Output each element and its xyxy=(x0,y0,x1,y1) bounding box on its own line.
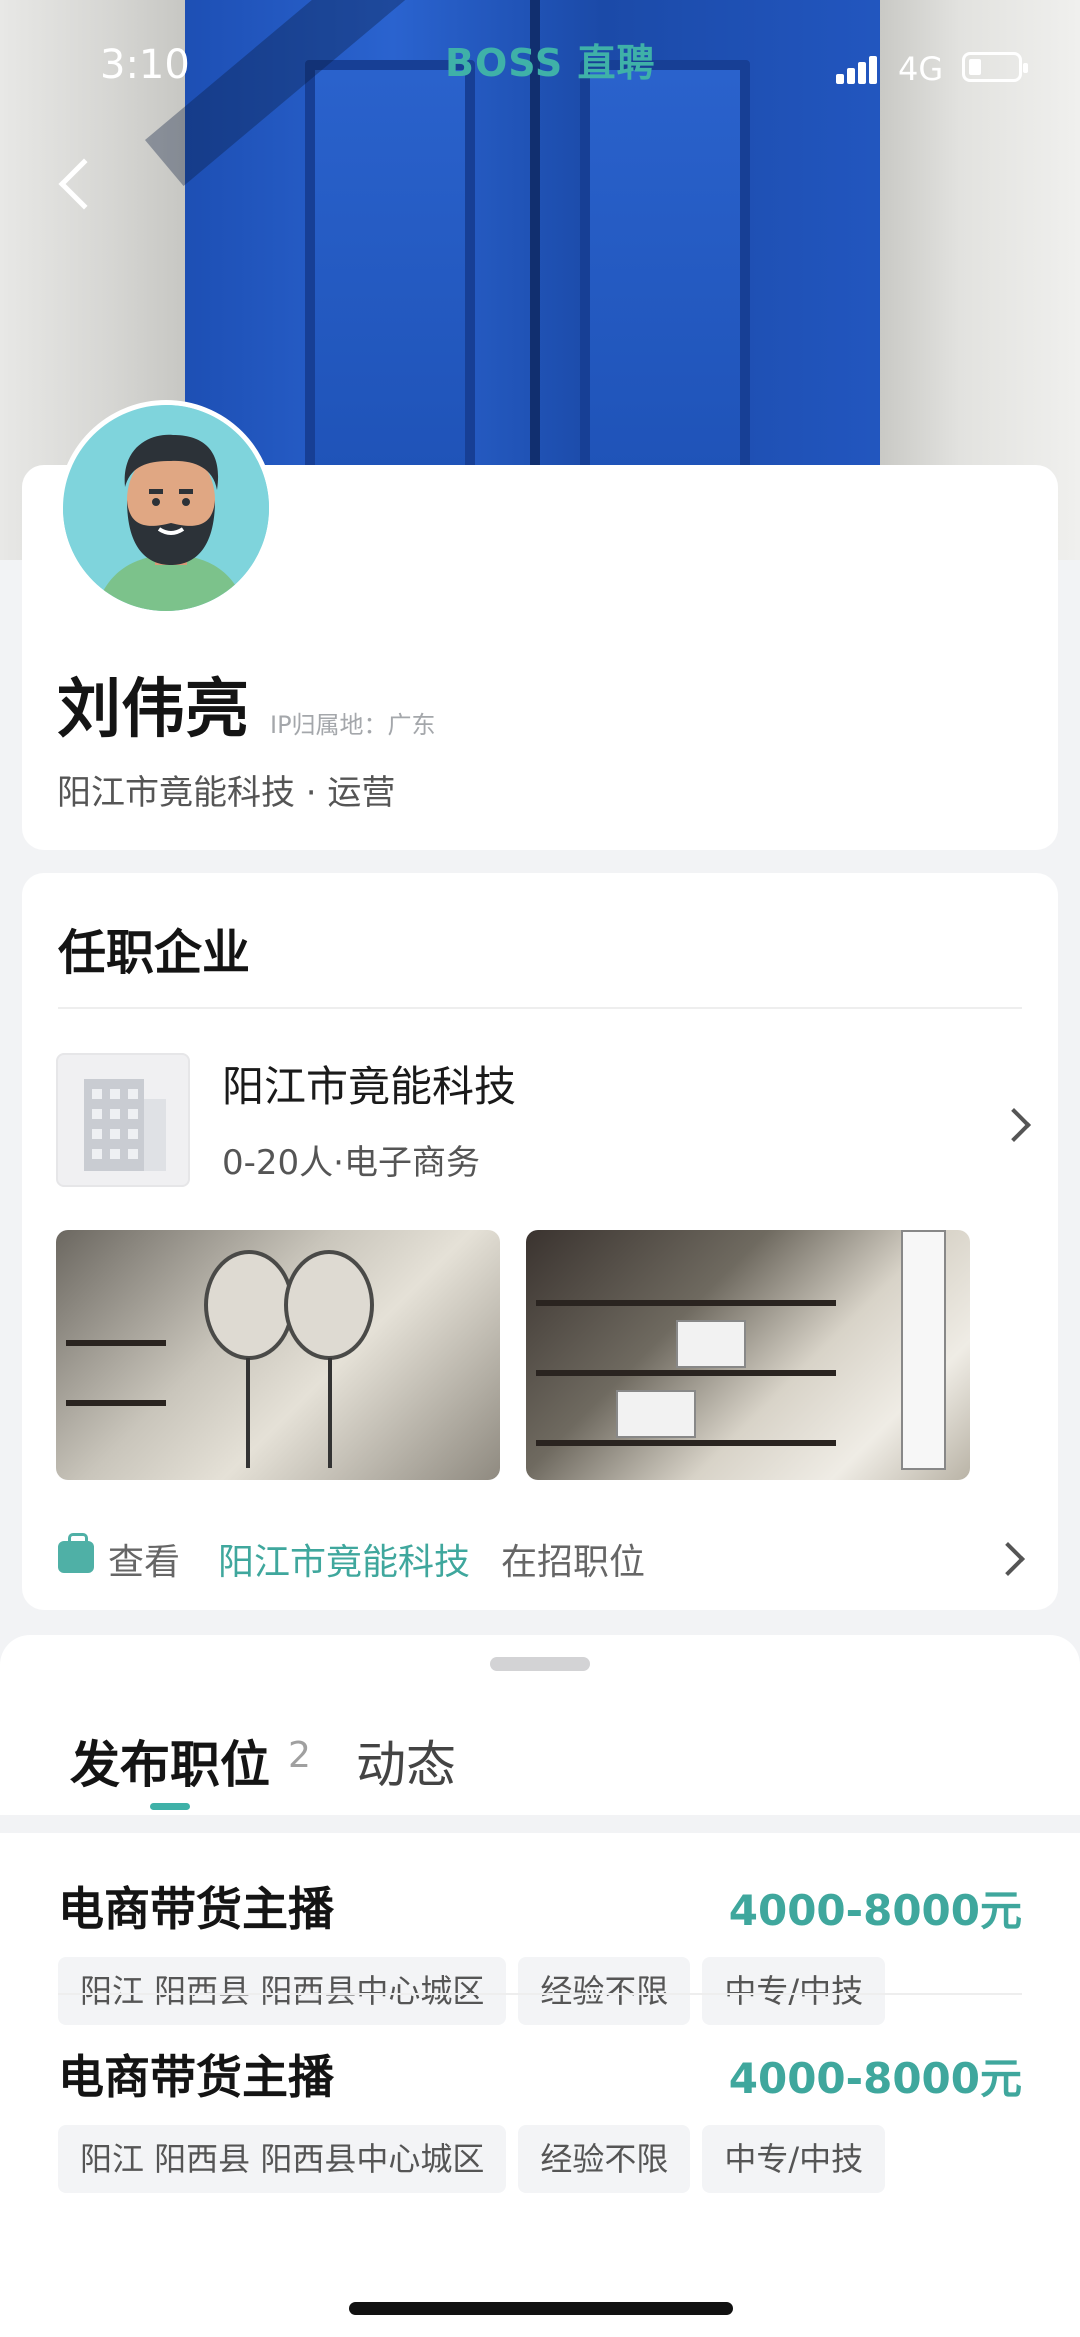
chevron-right-icon xyxy=(991,1542,1025,1576)
app-brand: BOSS 直聘 xyxy=(445,41,656,85)
company-card: 任职企业 阳江市竟能科技 0-20人·电子商务 查看 阳江市竟能科技 在招职位 xyxy=(22,873,1058,1610)
job-salary: 4000-8000元 xyxy=(728,1886,1022,1935)
sheet-drag-handle[interactable] xyxy=(490,1657,590,1671)
job-title: 电商带货主播 xyxy=(58,2050,334,2104)
company-meta: 0-20人·电子商务 xyxy=(222,1143,480,1183)
view-company-name: 阳江市竟能科技 xyxy=(218,1542,471,1583)
tab-posted-jobs[interactable]: 发布职位 xyxy=(70,1725,270,1797)
job-tag-experience: 经验不限 xyxy=(518,2125,691,2193)
divider xyxy=(58,1007,1022,1009)
jobs-list: 电商带货主播 4000-8000元 阳江 阳西县 阳西县中心城区 经验不限 中专… xyxy=(22,1833,1058,2337)
status-bar: 3:10 BOSS 直聘 4G xyxy=(0,0,1080,130)
divider xyxy=(58,1993,1022,1995)
job-tag-education: 中专/中技 xyxy=(702,2125,886,2193)
company-name: 阳江市竟能科技 xyxy=(222,1062,517,1111)
section-title: 任职企业 xyxy=(58,925,251,981)
avatar[interactable] xyxy=(58,400,274,616)
battery-icon xyxy=(962,52,1028,82)
tab-indicator xyxy=(150,1803,190,1810)
company-photo[interactable] xyxy=(56,1230,500,1480)
company-building-icon xyxy=(56,1053,190,1187)
job-item[interactable]: 电商带货主播 4000-8000元 阳江 阳西县 阳西县中心城区 经验不限 中专… xyxy=(58,2001,1022,2221)
job-title: 电商带货主播 xyxy=(58,1882,334,1936)
signal-icon xyxy=(836,54,886,84)
network-type: 4G xyxy=(898,50,944,88)
back-arrow-icon[interactable] xyxy=(52,150,110,220)
tab-jobs-count: 2 xyxy=(288,1735,311,1776)
view-open-positions-link[interactable]: 查看 阳江市竟能科技 在招职位 xyxy=(56,1533,1026,1583)
view-prefix: 查看 xyxy=(108,1542,181,1583)
status-time: 3:10 xyxy=(100,42,190,88)
view-suffix: 在招职位 xyxy=(501,1542,646,1583)
briefcase-icon xyxy=(58,1533,94,1573)
profile-name: 刘伟亮 xyxy=(57,673,249,747)
job-tag-location: 阳江 阳西县 阳西县中心城区 xyxy=(58,2125,507,2193)
ip-location: IP归属地：广东 xyxy=(270,711,436,739)
job-salary: 4000-8000元 xyxy=(728,2054,1022,2103)
chevron-right-icon xyxy=(997,1108,1031,1142)
profile-subtitle: 阳江市竟能科技 · 运营 xyxy=(57,773,396,813)
company-photo[interactable] xyxy=(526,1230,970,1480)
bottom-sheet: 发布职位 2 动态 电商带货主播 4000-8000元 阳江 阳西县 阳西县中心… xyxy=(0,1635,1080,2337)
home-indicator[interactable] xyxy=(349,2302,733,2315)
tab-updates[interactable]: 动态 xyxy=(356,1725,456,1797)
